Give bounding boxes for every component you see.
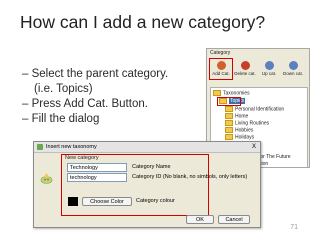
tree-item-partial[interactable]: for The Future — [259, 154, 291, 161]
tree-item[interactable]: Hobbies — [225, 127, 253, 134]
app-icon — [37, 144, 43, 150]
ok-button[interactable]: OK — [186, 215, 214, 224]
instruction-list: – Select the parent category. (i.e. Topi… — [22, 67, 168, 127]
tree-item[interactable]: Home — [225, 113, 248, 120]
choose-color-button[interactable]: Choose Color — [82, 197, 132, 206]
bullet-select-parent-example: (i.e. Topics) — [34, 83, 93, 95]
delete-cat-button[interactable]: Delete cat. — [233, 58, 257, 80]
down-cat-button[interactable]: Down cat. — [281, 58, 305, 80]
folder-icon — [225, 113, 233, 119]
dialog-titlebar: Insert new taxonomy X — [34, 142, 260, 153]
folder-icon — [213, 90, 221, 96]
category-avatar-icon — [40, 171, 53, 184]
new-category-group: New category Technology Category Name — [61, 154, 209, 216]
close-icon[interactable]: X — [252, 142, 256, 152]
folder-icon — [225, 127, 233, 133]
up-arrow-icon — [264, 61, 274, 70]
cancel-button[interactable]: Cancel — [218, 215, 250, 224]
page-number: 71 — [290, 224, 298, 231]
category-name-input[interactable]: Technology — [67, 163, 127, 172]
bullet-select-parent: – Select the parent category. — [22, 68, 169, 80]
down-arrow-icon — [288, 61, 298, 70]
bullet-press-add: – Press Add Cat. Button. — [22, 98, 148, 110]
category-panel-label: Category — [210, 50, 231, 56]
up-cat-button[interactable]: Up cat. — [257, 58, 281, 80]
tree-item[interactable]: Personal Identification — [225, 106, 284, 113]
category-name-label: Category Name — [132, 164, 171, 170]
bullet-fill-dialog: – Fill the dialog — [22, 113, 100, 125]
category-toolbar: Add Cat. Delete cat. Up cat. Down cat. — [209, 58, 307, 82]
tree-item[interactable]: Living Routines — [225, 120, 269, 127]
folder-icon — [225, 106, 233, 112]
dialog-title: Insert new taxonomy — [46, 144, 97, 150]
folder-icon — [225, 134, 233, 140]
color-swatch — [68, 197, 78, 206]
slide-title: How can I add a new category? — [20, 12, 266, 32]
new-category-label: New category — [65, 155, 99, 161]
category-id-label: Category ID (No blank, no simbols, only … — [132, 174, 248, 180]
tree-item[interactable]: Holidays — [225, 134, 254, 141]
category-colour-label: Category colour — [136, 198, 175, 204]
insert-taxonomy-dialog: Insert new taxonomy X New category Techn… — [33, 141, 261, 228]
category-id-input[interactable]: technology — [67, 173, 127, 182]
topics-highlight — [217, 97, 241, 106]
add-cat-highlight — [209, 58, 233, 80]
folder-icon — [225, 120, 233, 126]
tree-root[interactable]: Taxonomies — [213, 90, 250, 97]
delete-category-icon — [240, 61, 250, 70]
